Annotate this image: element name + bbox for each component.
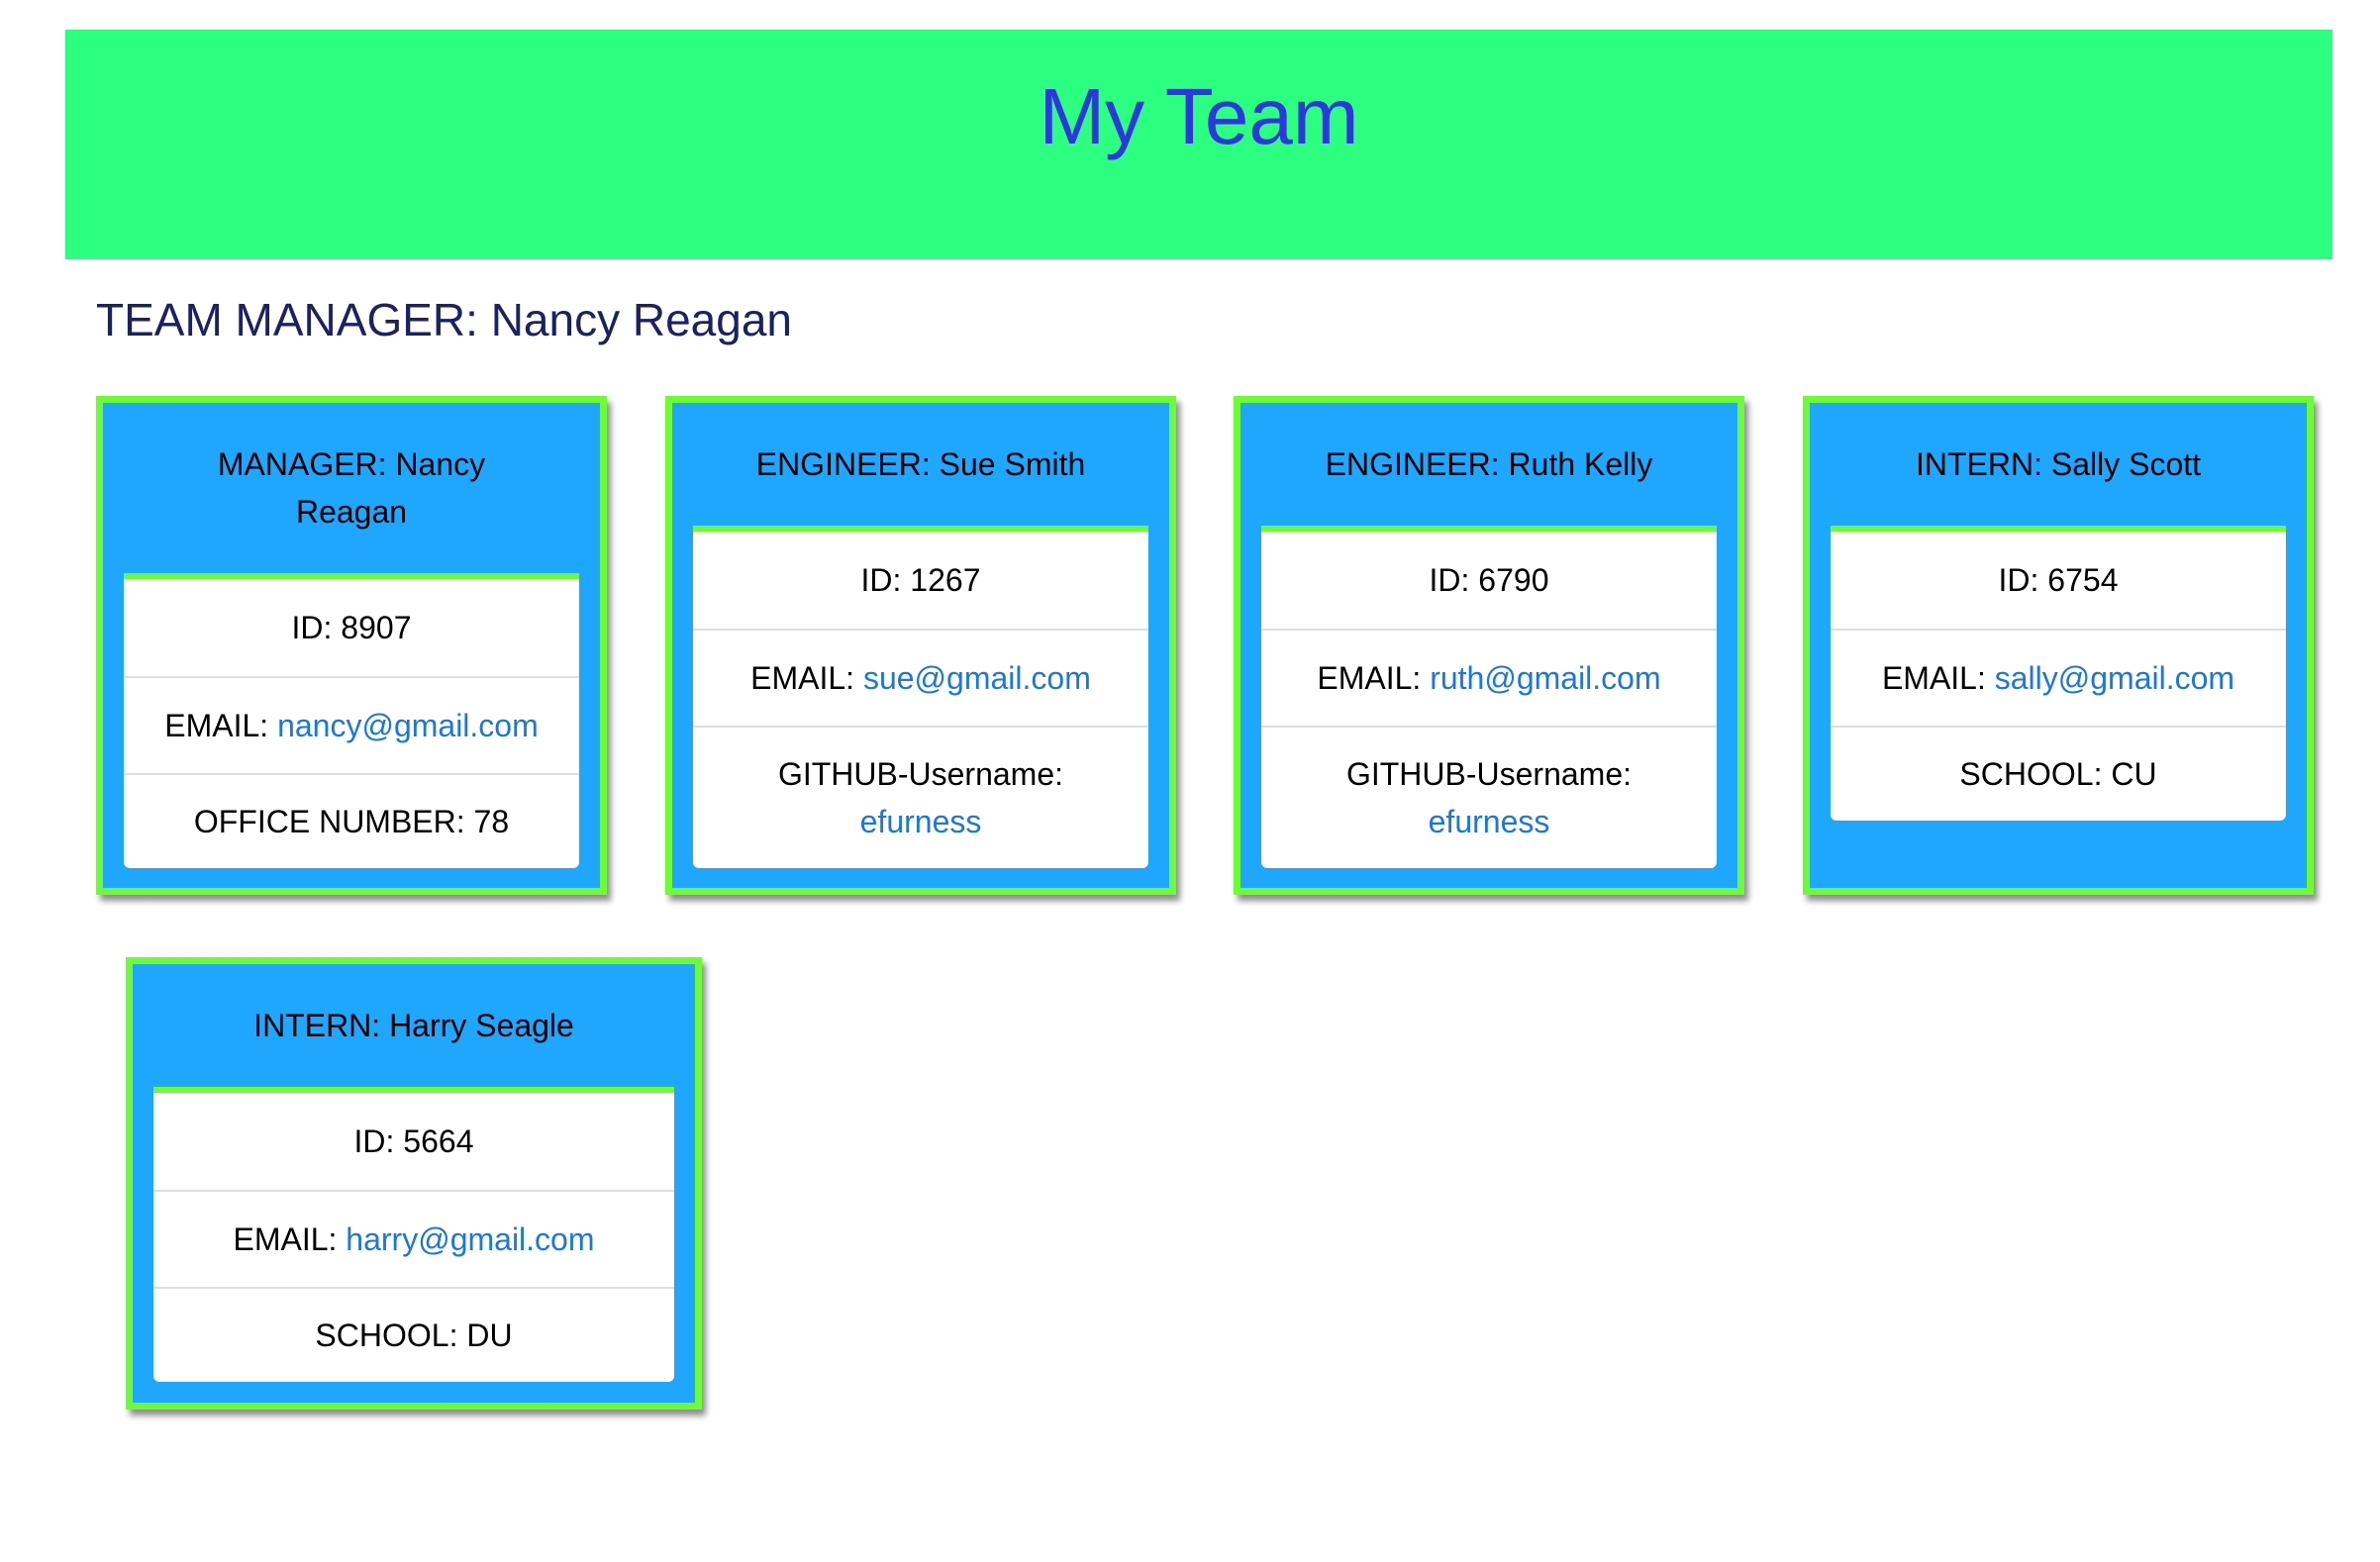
card-details: ID: 1267 EMAIL: sue@gmail.com GITHUB-Use… bbox=[693, 526, 1148, 868]
card-title: ENGINEER: Sue Smith bbox=[755, 446, 1086, 482]
card-school: SCHOOL: CU bbox=[1831, 726, 2286, 821]
employee-card-intern: INTERN: Sally Scott ID: 6754 EMAIL: sall… bbox=[1803, 396, 2314, 895]
employee-card-engineer: ENGINEER: Ruth Kelly ID: 6790 EMAIL: rut… bbox=[1234, 396, 1744, 895]
employee-card-engineer: ENGINEER: Sue Smith ID: 1267 EMAIL: sue@… bbox=[665, 396, 1176, 895]
card-details: ID: 6790 EMAIL: ruth@gmail.com GITHUB-Us… bbox=[1261, 526, 1717, 868]
header-banner: My Team bbox=[65, 30, 2332, 259]
email-link[interactable]: nancy@gmail.com bbox=[277, 708, 539, 743]
card-id: ID: 8907 bbox=[291, 610, 412, 645]
card-id: ID: 6754 bbox=[1998, 562, 2119, 598]
card-id: ID: 5664 bbox=[353, 1123, 474, 1159]
github-link[interactable]: efurness bbox=[860, 798, 982, 845]
email-link[interactable]: sally@gmail.com bbox=[1995, 660, 2234, 696]
card-title: INTERN: Sally Scott bbox=[1915, 446, 2202, 482]
employee-card-intern: INTERN: Harry Seagle ID: 5664 EMAIL: har… bbox=[126, 957, 702, 1410]
card-title: MANAGER: Nancy Reagan bbox=[217, 446, 486, 530]
card-school: SCHOOL: DU bbox=[153, 1287, 674, 1382]
card-details: ID: 8907 EMAIL: nancy@gmail.com OFFICE N… bbox=[124, 573, 579, 868]
card-id: ID: 6790 bbox=[1429, 562, 1549, 598]
card-email: EMAIL: ruth@gmail.com bbox=[1261, 629, 1717, 726]
card-email: EMAIL: sue@gmail.com bbox=[693, 629, 1148, 726]
card-office-number: OFFICE NUMBER: 78 bbox=[124, 773, 579, 868]
card-id: ID: 1267 bbox=[860, 562, 981, 598]
email-link[interactable]: sue@gmail.com bbox=[863, 660, 1091, 696]
card-title: INTERN: Harry Seagle bbox=[253, 1008, 574, 1043]
card-title: ENGINEER: Ruth Kelly bbox=[1325, 446, 1653, 482]
card-github: GITHUB-Username: efurness bbox=[693, 726, 1148, 868]
card-email: EMAIL: harry@gmail.com bbox=[153, 1190, 674, 1287]
card-github: GITHUB-Username: efurness bbox=[1261, 726, 1717, 868]
github-link[interactable]: efurness bbox=[1429, 798, 1550, 845]
page-title: My Team bbox=[1039, 72, 1359, 160]
card-details: ID: 6754 EMAIL: sally@gmail.com SCHOOL: … bbox=[1831, 526, 2286, 821]
card-email: EMAIL: sally@gmail.com bbox=[1831, 629, 2286, 726]
card-details: ID: 5664 EMAIL: harry@gmail.com SCHOOL: … bbox=[153, 1087, 674, 1382]
team-manager-heading: TEAM MANAGER: Nancy Reagan bbox=[96, 294, 793, 345]
email-link[interactable]: ruth@gmail.com bbox=[1430, 660, 1660, 696]
email-link[interactable]: harry@gmail.com bbox=[346, 1221, 594, 1257]
card-email: EMAIL: nancy@gmail.com bbox=[124, 676, 579, 773]
employee-card-manager: MANAGER: Nancy Reagan ID: 8907 EMAIL: na… bbox=[96, 396, 607, 895]
